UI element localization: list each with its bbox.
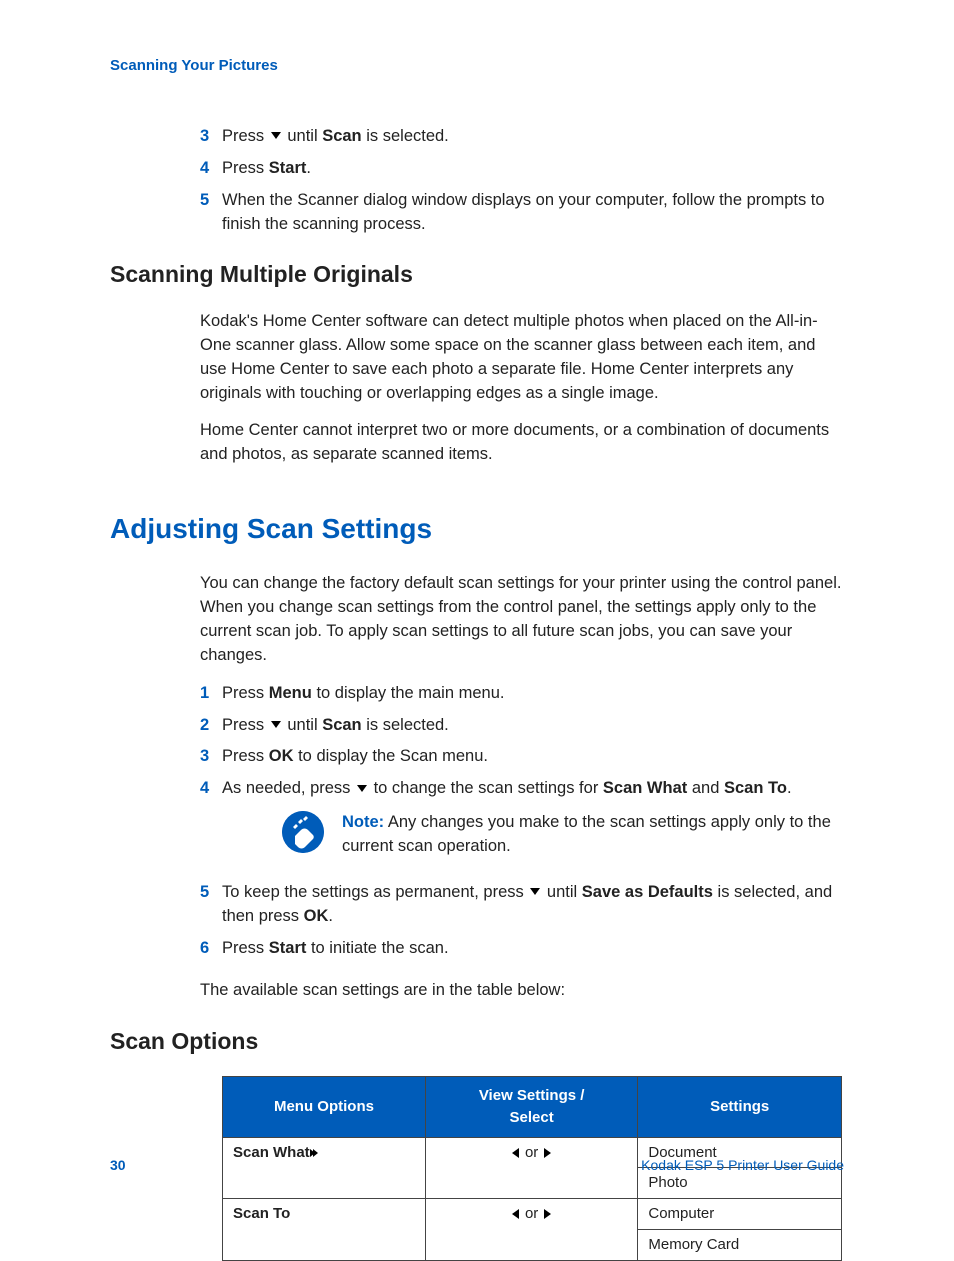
down-arrow-icon [357, 785, 367, 792]
step-number: 3 [200, 125, 222, 149]
step-number: 1 [200, 682, 222, 706]
paragraph: Home Center cannot interpret two or more… [200, 419, 844, 467]
step-1: 1 Press Menu to display the main menu. [200, 682, 844, 706]
text-fragment: Press [222, 684, 269, 702]
bold-ok: OK [269, 747, 294, 765]
heading-adjusting-scan: Adjusting Scan Settings [110, 509, 844, 550]
bold-scan: Scan [322, 716, 361, 734]
step-text: Press Menu to display the main menu. [222, 682, 844, 706]
text-fragment: to display the main menu. [312, 684, 505, 702]
text-fragment: Press [222, 127, 269, 145]
step-text: When the Scanner dialog window displays … [222, 189, 844, 237]
step-text: Press until Scan is selected. [222, 714, 844, 738]
step-number: 3 [200, 745, 222, 769]
step-text: Press until Scan is selected. [222, 125, 844, 149]
page-footer: 30 Kodak ESP 5 Printer User Guide [110, 1155, 844, 1175]
text-fragment: . [328, 907, 333, 925]
setting-computer: Computer [638, 1199, 841, 1230]
paragraph: You can change the factory default scan … [200, 572, 844, 668]
bold-start: Start [269, 939, 307, 957]
text-fragment: . [787, 779, 792, 797]
step-number: 5 [200, 881, 222, 905]
running-header: Scanning Your Pictures [110, 55, 844, 77]
page: Scanning Your Pictures 3 Press until Sca… [0, 0, 954, 1261]
text-fragment: until [283, 716, 322, 734]
step-number: 4 [200, 157, 222, 181]
step-number: 6 [200, 937, 222, 961]
step-text: As needed, press to change the scan sett… [222, 777, 844, 873]
guide-title: Kodak ESP 5 Printer User Guide [641, 1155, 844, 1175]
step-text: Press Start to initiate the scan. [222, 937, 844, 961]
bold-ok: OK [304, 907, 329, 925]
step-text: Press Start. [222, 157, 844, 181]
step-3: 3 Press OK to display the Scan menu. [200, 745, 844, 769]
step-4: 4 As needed, press to change the scan se… [200, 777, 844, 873]
text-fragment: is selected. [362, 716, 449, 734]
step-5: 5 To keep the settings as permanent, pre… [200, 881, 844, 929]
paragraph: Kodak's Home Center software can detect … [200, 310, 844, 406]
text-fragment: . [306, 159, 311, 177]
page-number: 30 [110, 1155, 126, 1175]
bold-scan-to: Scan To [724, 779, 787, 797]
cell-scan-to: Scan To [223, 1199, 426, 1261]
text-fragment: to initiate the scan. [306, 939, 448, 957]
table-header-row: Menu Options View Settings / Select Sett… [223, 1077, 842, 1138]
step-number: 4 [200, 777, 222, 801]
heading-scan-options: Scan Options [110, 1025, 844, 1058]
note-block: Note: Any changes you make to the scan s… [282, 811, 844, 859]
step-6: 6 Press Start to initiate the scan. [200, 937, 844, 961]
heading-scanning-multiple: Scanning Multiple Originals [110, 258, 844, 291]
step-4: 4 Press Start. [200, 157, 844, 181]
step-3: 3 Press until Scan is selected. [200, 125, 844, 149]
content-column: 3 Press until Scan is selected. 4 Press … [200, 125, 844, 237]
text-fragment: and [687, 779, 724, 797]
table-row: Scan To or Computer Memory Card [223, 1199, 842, 1261]
step-text: Press OK to display the Scan menu. [222, 745, 844, 769]
text-fragment: Select [510, 1109, 554, 1126]
content-column: You can change the factory default scan … [200, 572, 844, 1003]
text-fragment: to change the scan settings for [369, 779, 603, 797]
note-label: Note: [342, 813, 384, 831]
col-settings: Settings [638, 1077, 842, 1138]
text-fragment: or [521, 1205, 543, 1222]
cell-view: or [425, 1199, 637, 1261]
down-arrow-icon [271, 132, 281, 139]
bold-save-defaults: Save as Defaults [582, 883, 713, 901]
text-fragment: until [283, 127, 322, 145]
bold-menu: Menu [269, 684, 312, 702]
down-arrow-icon [530, 888, 540, 895]
bold-start: Start [269, 159, 307, 177]
paragraph: The available scan settings are in the t… [200, 979, 844, 1003]
down-arrow-icon [271, 721, 281, 728]
text-fragment: As needed, press [222, 779, 355, 797]
note-hand-icon [282, 811, 324, 853]
setting-memory-card: Memory Card [638, 1230, 841, 1260]
text-fragment: Press [222, 716, 269, 734]
text-fragment: To keep the settings as permanent, press [222, 883, 528, 901]
bold-scan: Scan [322, 127, 361, 145]
step-text: To keep the settings as permanent, press… [222, 881, 844, 929]
steps-list-top: 3 Press until Scan is selected. 4 Press … [200, 125, 844, 237]
text-fragment: Press [222, 747, 269, 765]
cell-settings: Computer Memory Card [638, 1199, 842, 1261]
text-fragment: until [542, 883, 581, 901]
content-column: Kodak's Home Center software can detect … [200, 310, 844, 468]
bold-scan-what: Scan What [603, 779, 687, 797]
steps-list-adjust: 1 Press Menu to display the main menu. 2… [200, 682, 844, 961]
text-fragment: View Settings / [479, 1087, 585, 1104]
text-fragment: is selected. [362, 127, 449, 145]
right-arrow-icon [544, 1209, 551, 1219]
col-menu-options: Menu Options [223, 1077, 426, 1138]
col-view-select: View Settings / Select [425, 1077, 637, 1138]
step-number: 5 [200, 189, 222, 213]
text-fragment: to display the Scan menu. [294, 747, 488, 765]
step-number: 2 [200, 714, 222, 738]
note-body: Any changes you make to the scan setting… [342, 813, 831, 855]
text-fragment: Press [222, 939, 269, 957]
note-text: Note: Any changes you make to the scan s… [342, 811, 844, 859]
step-5: 5 When the Scanner dialog window display… [200, 189, 844, 237]
text-fragment: Press [222, 159, 269, 177]
left-arrow-icon [512, 1209, 519, 1219]
step-2: 2 Press until Scan is selected. [200, 714, 844, 738]
